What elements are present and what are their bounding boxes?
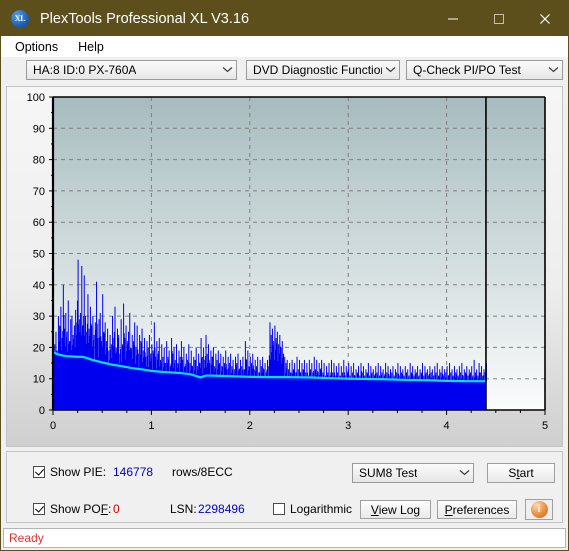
start-button[interactable]: Start xyxy=(487,463,555,483)
minimize-button[interactable] xyxy=(430,1,476,36)
drive-select[interactable]: HA:8 ID:0 PX-760A xyxy=(26,60,237,80)
maximize-button[interactable] xyxy=(476,1,522,36)
title-bar: XL PlexTools Professional XL V3.16 xyxy=(1,1,568,36)
show-pof-checkbox[interactable]: Show POF: xyxy=(33,502,111,516)
minimize-icon xyxy=(448,18,458,19)
test-select[interactable]: Q-Check PI/PO Test xyxy=(406,60,563,80)
svg-text:1: 1 xyxy=(148,420,154,432)
svg-text:100: 100 xyxy=(27,92,45,104)
svg-text:70: 70 xyxy=(33,186,45,198)
info-button[interactable]: i xyxy=(525,499,553,520)
lsn-label: LSN: xyxy=(170,502,197,516)
svg-text:10: 10 xyxy=(33,374,45,386)
close-icon xyxy=(540,13,550,24)
function-select-value: DVD Diagnostic Functions xyxy=(253,63,383,77)
test-select-value: Q-Check PI/PO Test xyxy=(413,63,521,77)
window-title: PlexTools Professional XL V3.16 xyxy=(40,10,250,27)
pie-value: 146778 xyxy=(113,465,154,479)
svg-text:20: 20 xyxy=(33,342,45,354)
status-bar: Ready xyxy=(3,528,566,548)
chevron-down-icon xyxy=(218,66,236,75)
menu-item-help[interactable]: Help xyxy=(70,38,112,56)
lsn-value: 2298496 xyxy=(198,502,245,516)
svg-text:60: 60 xyxy=(33,217,45,229)
info-icon: i xyxy=(530,501,548,518)
start-button-label: Start xyxy=(508,466,534,480)
maximize-icon xyxy=(494,13,504,24)
menu-item-options[interactable]: Options xyxy=(7,38,66,56)
pof-value: 0 xyxy=(113,502,120,516)
status-text: Ready xyxy=(9,531,44,545)
chevron-down-icon xyxy=(455,469,473,478)
svg-text:0: 0 xyxy=(50,420,56,432)
close-button[interactable] xyxy=(522,1,568,36)
window-buttons xyxy=(430,1,568,36)
svg-text:90: 90 xyxy=(33,123,45,135)
chevron-down-icon xyxy=(544,66,562,75)
drive-select-value: HA:8 ID:0 PX-760A xyxy=(33,63,137,77)
preferences-button-label: Preferences xyxy=(444,502,510,517)
svg-text:0: 0 xyxy=(39,405,45,417)
controls-panel: Show PIE: 146778 rows/8ECC Show POF: 0 L… xyxy=(6,451,563,523)
checkbox-box xyxy=(273,503,285,515)
svg-text:2: 2 xyxy=(247,420,253,432)
preferences-button[interactable]: Preferences xyxy=(437,500,517,519)
svg-text:5: 5 xyxy=(542,420,548,432)
svg-text:4: 4 xyxy=(444,420,450,432)
menu-bar: Options Help xyxy=(1,36,568,57)
svg-text:80: 80 xyxy=(33,155,45,167)
show-pof-label: Show POF: xyxy=(50,502,112,516)
sum-test-select[interactable]: SUM8 Test xyxy=(352,463,474,483)
selector-toolbar: HA:8 ID:0 PX-760A DVD Diagnostic Functio… xyxy=(1,57,568,83)
logarithmic-checkbox[interactable]: Logarithmic xyxy=(273,502,352,516)
show-pie-label: Show PIE: xyxy=(50,465,107,479)
plextools-window: XL PlexTools Professional XL V3.16 Optio… xyxy=(0,0,569,551)
checkbox-box xyxy=(33,503,45,515)
svg-text:50: 50 xyxy=(33,249,45,261)
pie-po-chart: 0 10 20 30 40 50 60 70 80 90 100 0 1 2 3 4 5 xyxy=(7,87,562,446)
chevron-down-icon xyxy=(382,66,399,75)
view-log-button-label: View Log xyxy=(370,502,421,517)
pie-units: rows/8ECC xyxy=(172,465,233,479)
xl-logo-icon: XL xyxy=(11,9,29,28)
sum-test-value: SUM8 Test xyxy=(359,466,418,480)
svg-text:3: 3 xyxy=(345,420,351,432)
show-pie-checkbox[interactable]: Show PIE: xyxy=(33,465,106,479)
function-select[interactable]: DVD Diagnostic Functions xyxy=(246,60,400,80)
view-log-button[interactable]: View Log xyxy=(360,500,431,519)
svg-text:40: 40 xyxy=(33,280,45,292)
logarithmic-label: Logarithmic xyxy=(290,502,353,516)
chart-panel: 0 10 20 30 40 50 60 70 80 90 100 0 1 2 3 4 5 xyxy=(6,86,563,447)
svg-text:30: 30 xyxy=(33,311,45,323)
checkbox-box xyxy=(33,466,45,478)
